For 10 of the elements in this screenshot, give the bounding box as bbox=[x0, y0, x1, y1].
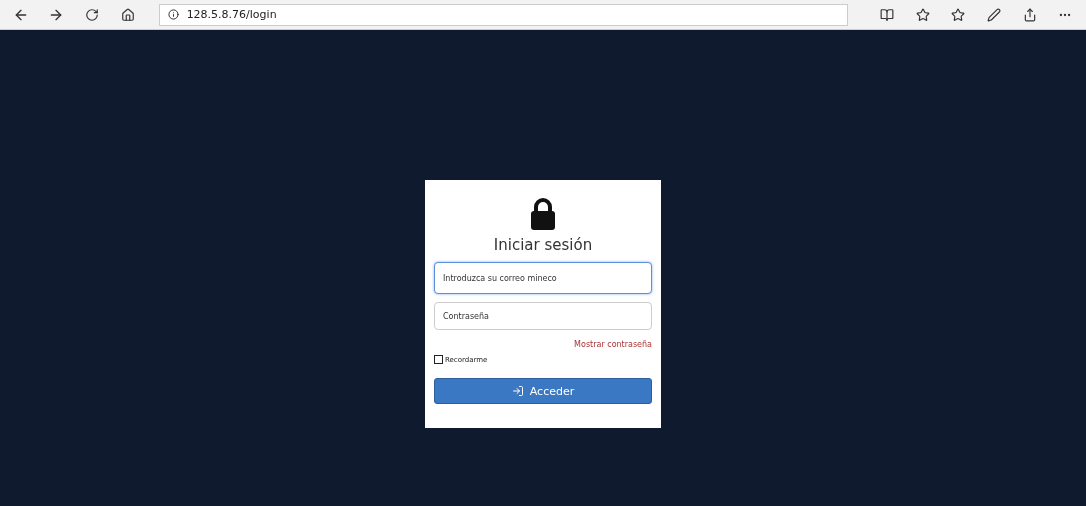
password-field[interactable]: Contraseña bbox=[434, 302, 652, 330]
lock-icon bbox=[530, 198, 556, 230]
email-field[interactable]: Introduzca su correo mineco bbox=[434, 262, 652, 294]
address-bar[interactable]: 128.5.8.76/login bbox=[158, 3, 849, 26]
login-button[interactable]: Acceder bbox=[434, 378, 652, 404]
show-password-link[interactable]: Mostrar contraseña bbox=[574, 340, 652, 349]
login-title: Iniciar sesión bbox=[493, 236, 593, 254]
remember-checkbox[interactable] bbox=[434, 355, 443, 364]
sign-in-icon bbox=[511, 385, 524, 397]
info-icon bbox=[167, 9, 179, 20]
